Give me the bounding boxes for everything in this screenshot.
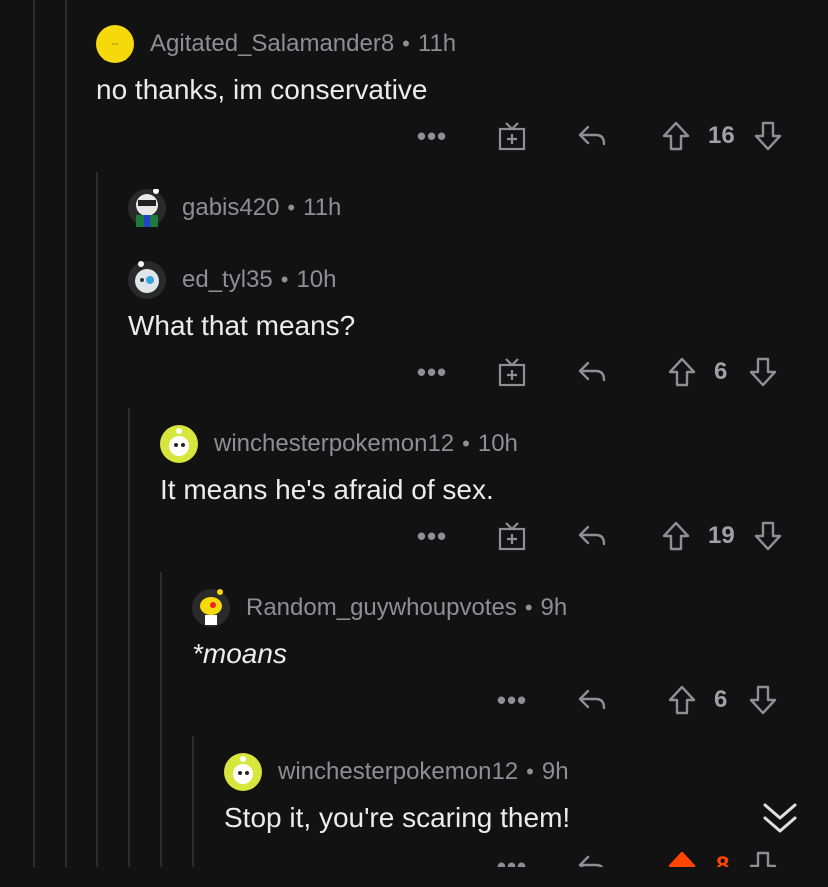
- award-gift-icon[interactable]: [494, 352, 530, 392]
- award-gift-icon[interactable]: [494, 516, 530, 556]
- vote-score: 19: [708, 522, 735, 549]
- upvote-icon[interactable]: [659, 516, 693, 556]
- username[interactable]: winchesterpokemon12: [278, 758, 518, 786]
- vote-score: 8: [716, 852, 730, 867]
- separator: •: [526, 759, 534, 784]
- username[interactable]: Random_guywhoupvotes: [246, 594, 517, 622]
- comment-actions: ••• 8: [0, 846, 828, 867]
- avatar[interactable]: ~~: [96, 25, 134, 63]
- downvote-icon[interactable]: [746, 846, 780, 867]
- avatar-image: [135, 261, 159, 293]
- reply-icon[interactable]: [574, 846, 610, 867]
- comment-header: winchesterpokemon12 • 9h: [224, 752, 569, 792]
- avatar-image: [233, 756, 253, 784]
- comment-header: ~~ Agitated_Salamander8 • 11h: [96, 24, 456, 64]
- more-icon[interactable]: •••: [414, 352, 450, 392]
- vote-score: 6: [714, 686, 728, 713]
- reply-icon[interactable]: [574, 516, 610, 556]
- comment-header: gabis420 • 11h: [128, 188, 341, 228]
- comment-text: *moans: [192, 638, 287, 669]
- avatar[interactable]: [128, 189, 166, 227]
- timestamp: 11h: [303, 194, 342, 221]
- timestamp: 9h: [540, 594, 568, 621]
- comment-header: winchesterpokemon12 • 10h: [160, 424, 518, 464]
- comment-actions: ••• 16: [0, 116, 828, 156]
- svg-text:~~: ~~: [111, 42, 119, 48]
- comment-text: Stop it, you're scaring them!: [224, 802, 571, 833]
- reply-icon[interactable]: [574, 116, 610, 156]
- more-icon[interactable]: •••: [494, 846, 530, 868]
- scroll-down-icon[interactable]: [760, 798, 800, 838]
- username[interactable]: gabis420: [182, 194, 279, 222]
- more-icon[interactable]: •••: [414, 516, 450, 556]
- comment-actions: ••• 6: [0, 680, 828, 720]
- avatar[interactable]: [224, 753, 262, 791]
- award-gift-icon[interactable]: [494, 116, 530, 156]
- upvote-icon[interactable]: [665, 846, 699, 867]
- timestamp: 11h: [417, 30, 457, 57]
- downvote-icon[interactable]: [746, 352, 780, 392]
- reply-icon[interactable]: [574, 352, 610, 392]
- upvote-icon[interactable]: [665, 352, 699, 392]
- downvote-icon[interactable]: [751, 516, 785, 556]
- separator: •: [402, 31, 410, 56]
- upvote-icon[interactable]: [665, 680, 699, 720]
- comment-text: no thanks, im conservative: [96, 74, 428, 105]
- separator: •: [462, 431, 470, 456]
- comment-text: It means he's afraid of sex.: [160, 474, 494, 505]
- username[interactable]: Agitated_Salamander8: [150, 30, 394, 58]
- reply-icon[interactable]: [574, 680, 610, 720]
- comment-header: Random_guywhoupvotes • 9h: [192, 588, 567, 628]
- avatar[interactable]: [192, 589, 230, 627]
- comment-actions: ••• 6: [0, 352, 828, 392]
- downvote-icon[interactable]: [751, 116, 785, 156]
- separator: •: [280, 267, 289, 292]
- avatar[interactable]: [128, 261, 166, 299]
- timestamp: 9h: [541, 758, 569, 785]
- more-icon[interactable]: •••: [494, 680, 530, 720]
- downvote-icon[interactable]: [746, 680, 780, 720]
- comment-actions: ••• 19: [0, 516, 828, 556]
- comment-text: What that means?: [128, 310, 356, 341]
- separator: •: [524, 595, 533, 620]
- avatar-image: ~~: [97, 29, 133, 63]
- username[interactable]: winchesterpokemon12: [214, 430, 454, 458]
- vote-score: 16: [708, 122, 735, 149]
- avatar-image: [136, 189, 159, 227]
- username[interactable]: ed_tyl35: [182, 266, 273, 294]
- separator: •: [287, 195, 296, 220]
- more-icon[interactable]: •••: [414, 116, 450, 156]
- avatar[interactable]: [160, 425, 198, 463]
- upvote-icon[interactable]: [659, 116, 693, 156]
- avatar-image: [200, 589, 223, 625]
- timestamp: 10h: [477, 430, 518, 457]
- thread-line[interactable]: [128, 408, 130, 867]
- vote-score: 6: [714, 358, 728, 385]
- timestamp: 10h: [296, 266, 337, 293]
- comment-header: ed_tyl35 • 10h: [128, 260, 337, 300]
- avatar-image: [169, 428, 189, 456]
